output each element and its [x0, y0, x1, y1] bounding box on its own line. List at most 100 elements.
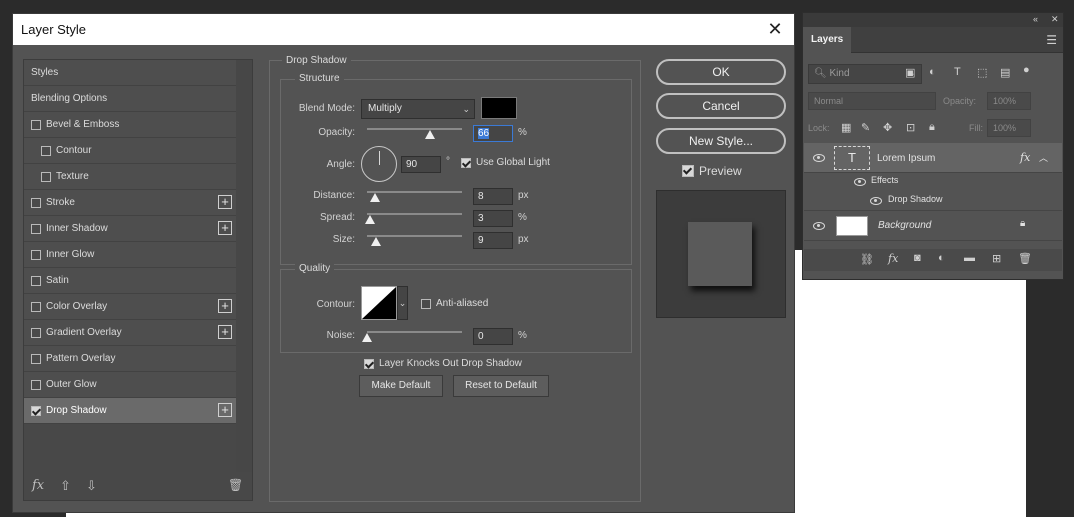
lock-image-icon[interactable]: ✎: [861, 121, 870, 134]
anti-aliased-checkbox[interactable]: Anti-aliased: [421, 298, 488, 309]
style-checkbox[interactable]: [31, 197, 41, 208]
style-checkbox[interactable]: [31, 119, 41, 130]
layer-effects-row[interactable]: Effects: [804, 173, 1062, 191]
ok-button[interactable]: OK: [656, 59, 786, 85]
new-group-icon[interactable]: ▬: [964, 252, 975, 264]
fill-input[interactable]: 100%: [987, 119, 1031, 137]
style-item-gradient-overlay[interactable]: Gradient Overlay +: [24, 320, 236, 346]
layer-blend-mode-select[interactable]: Normal: [808, 92, 936, 110]
spread-slider-thumb[interactable]: [364, 215, 375, 224]
style-item-blending-options[interactable]: Blending Options: [24, 86, 236, 112]
add-effect-plus-icon[interactable]: +: [218, 403, 232, 417]
knockout-check[interactable]: [364, 358, 374, 369]
size-slider-thumb[interactable]: [370, 237, 381, 246]
lock-position-icon[interactable]: ✥: [883, 121, 892, 134]
pixel-filter-icon[interactable]: ▣: [905, 66, 915, 79]
style-item-inner-shadow[interactable]: Inner Shadow +: [24, 216, 236, 242]
reset-to-default-button[interactable]: Reset to Default: [453, 375, 549, 397]
use-global-light-checkbox[interactable]: Use Global Light: [461, 157, 550, 168]
chevron-up-icon[interactable]: ︿: [1039, 151, 1048, 164]
style-item-outer-glow[interactable]: Outer Glow: [24, 372, 236, 398]
filter-toggle-icon[interactable]: ●: [1023, 64, 1030, 76]
move-down-icon[interactable]: ⇩: [86, 478, 97, 494]
shape-filter-icon[interactable]: ⬚: [977, 66, 987, 79]
visibility-eye-icon[interactable]: [813, 222, 825, 230]
style-item-styles[interactable]: Styles: [24, 60, 236, 86]
blend-mode-select[interactable]: Multiply ⌄: [361, 99, 475, 119]
new-adjustment-icon[interactable]: ◐: [938, 252, 945, 264]
move-up-icon[interactable]: ⇧: [60, 478, 71, 494]
lock-transparent-icon[interactable]: ▦: [841, 121, 851, 134]
anti-aliased-check[interactable]: [421, 298, 431, 309]
style-item-stroke[interactable]: Stroke +: [24, 190, 236, 216]
drop-shadow-eye-icon[interactable]: [870, 197, 882, 205]
add-mask-icon[interactable]: ◙: [914, 252, 921, 264]
style-item-pattern-overlay[interactable]: Pattern Overlay: [24, 346, 236, 372]
distance-slider-thumb[interactable]: [369, 193, 380, 202]
link-layers-icon[interactable]: ⛓︎: [860, 253, 874, 266]
layer-row-text[interactable]: T Lorem Ipsum fx ︿: [804, 143, 1062, 173]
adjustment-filter-icon[interactable]: ◐: [929, 66, 936, 78]
shadow-color-swatch[interactable]: [481, 97, 517, 119]
new-layer-icon[interactable]: ⊞: [992, 252, 1001, 265]
preview-check[interactable]: [682, 165, 694, 177]
style-checkbox[interactable]: [31, 353, 41, 364]
layer-opacity-input[interactable]: 100%: [987, 92, 1031, 110]
style-item-color-overlay[interactable]: Color Overlay +: [24, 294, 236, 320]
opacity-slider-track[interactable]: [367, 128, 462, 130]
close-icon[interactable]: ✕: [764, 18, 786, 40]
style-item-drop-shadow[interactable]: Drop Shadow +: [24, 398, 236, 424]
contour-picker[interactable]: [361, 286, 397, 320]
drop-shadow-effect-row[interactable]: Drop Shadow: [804, 191, 1062, 211]
cancel-button[interactable]: Cancel: [656, 93, 786, 119]
collapse-panel-icon[interactable]: «: [1033, 14, 1038, 24]
spread-input[interactable]: 3: [473, 210, 513, 227]
contour-chevron-down-icon[interactable]: ⌄: [397, 286, 408, 320]
style-checkbox[interactable]: [31, 379, 41, 390]
fx-icon[interactable]: fx: [32, 478, 44, 493]
style-checkbox[interactable]: [31, 405, 41, 416]
style-checkbox[interactable]: [41, 171, 51, 182]
style-checkbox[interactable]: [31, 327, 41, 338]
type-filter-icon[interactable]: T: [954, 66, 961, 78]
close-panel-icon[interactable]: ✕: [1051, 14, 1059, 25]
new-style-button[interactable]: New Style...: [656, 128, 786, 154]
make-default-button[interactable]: Make Default: [359, 375, 443, 397]
add-effect-plus-icon[interactable]: +: [218, 299, 232, 313]
style-item-inner-glow[interactable]: Inner Glow: [24, 242, 236, 268]
smart-object-filter-icon[interactable]: ▤: [1000, 66, 1010, 79]
panel-menu-icon[interactable]: ☰: [1046, 33, 1057, 47]
opacity-input[interactable]: 66: [473, 125, 513, 142]
tab-layers[interactable]: Layers: [803, 27, 851, 53]
add-style-fx-icon[interactable]: fx: [888, 252, 898, 265]
style-item-satin[interactable]: Satin: [24, 268, 236, 294]
style-checkbox[interactable]: [31, 249, 41, 260]
delete-layer-icon[interactable]: 🗑: [1018, 252, 1032, 265]
distance-slider-track[interactable]: [367, 191, 462, 193]
style-checkbox[interactable]: [41, 145, 51, 156]
preview-checkbox[interactable]: Preview: [682, 164, 742, 178]
style-item-contour[interactable]: Contour: [24, 138, 236, 164]
add-effect-plus-icon[interactable]: +: [218, 325, 232, 339]
spread-slider-track[interactable]: [367, 213, 462, 215]
angle-dial[interactable]: [361, 146, 397, 182]
opacity-slider-thumb[interactable]: [424, 130, 435, 139]
style-item-texture[interactable]: Texture: [24, 164, 236, 190]
knockout-checkbox[interactable]: Layer Knocks Out Drop Shadow: [364, 358, 522, 369]
layer-row-background[interactable]: Background 🔒︎: [804, 211, 1062, 241]
styles-list-scrollbar[interactable]: [236, 60, 252, 472]
noise-input[interactable]: 0: [473, 328, 513, 345]
distance-input[interactable]: 8: [473, 188, 513, 205]
lock-all-icon[interactable]: 🔒︎: [929, 121, 935, 134]
noise-slider-track[interactable]: [367, 331, 462, 333]
size-input[interactable]: 9: [473, 232, 513, 249]
style-item-bevel-emboss[interactable]: Bevel & Emboss: [24, 112, 236, 138]
trash-icon[interactable]: 🗑: [228, 478, 243, 492]
visibility-eye-icon[interactable]: [813, 154, 825, 162]
add-effect-plus-icon[interactable]: +: [218, 195, 232, 209]
noise-slider-thumb[interactable]: [362, 333, 372, 342]
style-checkbox[interactable]: [31, 223, 41, 234]
effects-eye-icon[interactable]: [854, 178, 866, 186]
style-checkbox[interactable]: [31, 275, 41, 286]
size-slider-track[interactable]: [367, 235, 462, 237]
